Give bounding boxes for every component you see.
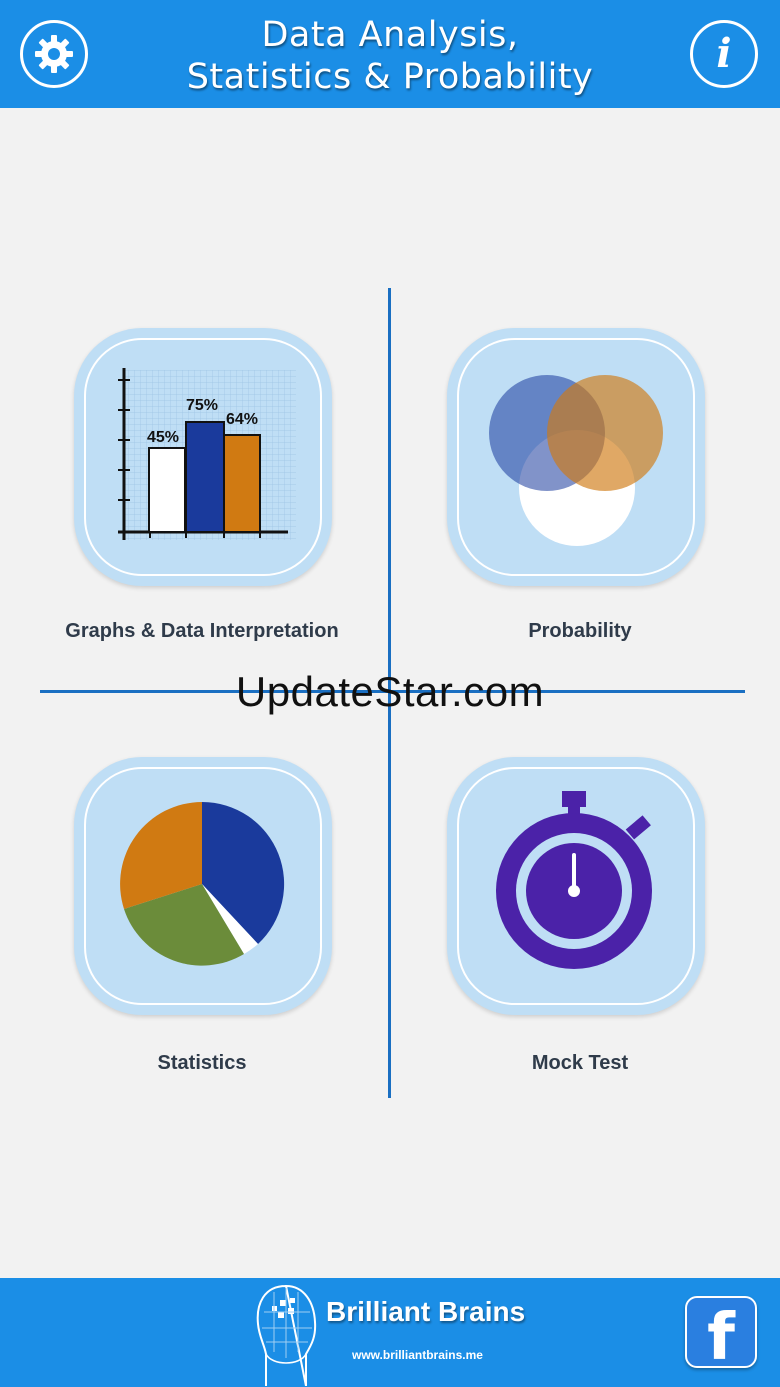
probability-label[interactable]: Probability [400, 620, 760, 643]
watermark: UpdateStar.com [235, 668, 545, 715]
facebook-icon: f [707, 1301, 735, 1368]
statistics-tile[interactable] [74, 757, 332, 1015]
statistics-label[interactable]: Statistics [22, 1052, 382, 1075]
bar-label-64: 64% [226, 411, 258, 428]
venn-diagram-icon [489, 375, 663, 546]
settings-button[interactable] [20, 20, 88, 88]
brand-name: Brilliant Brains [326, 1296, 526, 1327]
app-title: Data Analysis, Statistics & Probability [150, 14, 630, 98]
stopwatch-icon [496, 791, 652, 969]
info-icon: i [716, 30, 732, 77]
app-footer: Brilliant Brains www.brilliantbrains.me … [0, 1278, 780, 1387]
app-title-line1: Data Analysis, [261, 15, 519, 55]
facebook-button[interactable]: f [685, 1296, 757, 1368]
app-header: Data Analysis, Statistics & Probability … [0, 0, 780, 108]
graphs-label[interactable]: Graphs & Data Interpretation [22, 620, 382, 643]
mock-test-label[interactable]: Mock Test [400, 1052, 760, 1075]
gear-icon [35, 35, 73, 73]
bar-chart-icon: 45% 75% 64% [118, 368, 296, 540]
brain-head-logo [256, 1284, 317, 1386]
bar-75 [185, 421, 225, 533]
bar-64 [223, 434, 261, 533]
info-button[interactable]: i [690, 20, 758, 88]
pie-chart-icon [120, 801, 285, 966]
bar-45 [148, 447, 186, 533]
mock-test-tile[interactable] [447, 757, 705, 1015]
bar-label-45: 45% [147, 429, 179, 446]
probability-tile[interactable] [447, 328, 705, 586]
app-title-line2: Statistics & Probability [186, 57, 594, 97]
brand-url: www.brilliantbrains.me [352, 1348, 483, 1362]
graphs-tile[interactable]: 45% 75% 64% [74, 328, 332, 586]
bar-label-75: 75% [186, 397, 218, 414]
